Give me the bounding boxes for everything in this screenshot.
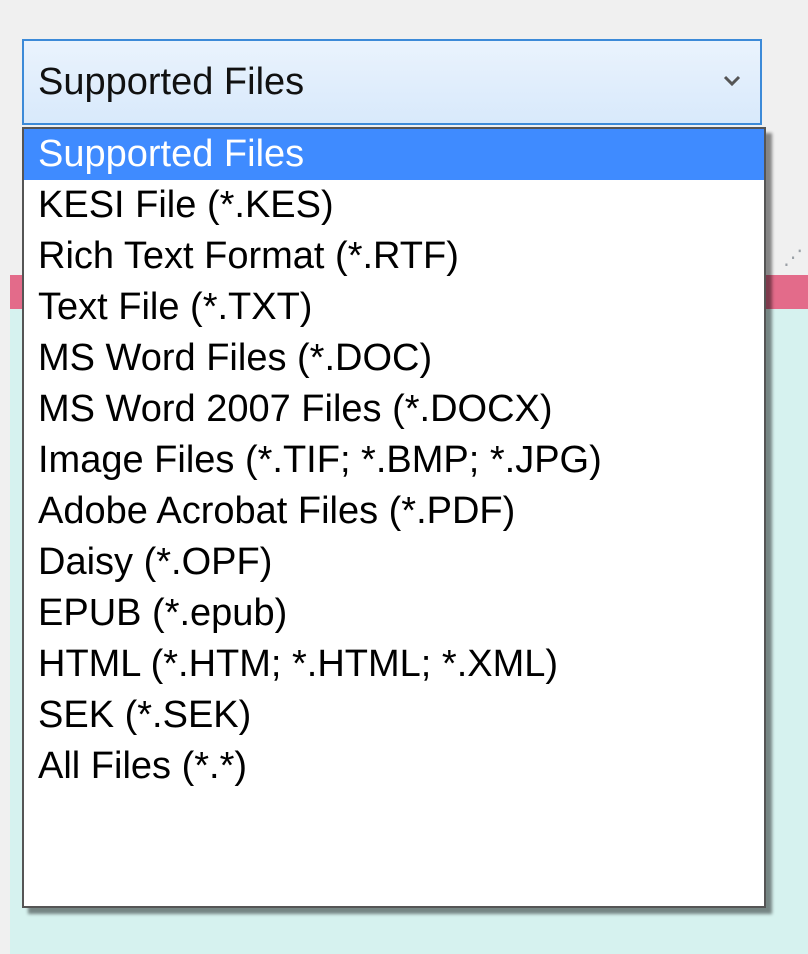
list-item[interactable]: MS Word 2007 Files (*.DOCX) — [24, 384, 764, 435]
list-item[interactable]: Image Files (*.TIF; *.BMP; *.JPG) — [24, 435, 764, 486]
list-item[interactable]: KESI File (*.KES) — [24, 180, 764, 231]
combobox-selected-value: Supported Files — [38, 61, 305, 103]
list-item[interactable]: EPUB (*.epub) — [24, 588, 764, 639]
file-type-dropdown-list: Supported Files KESI File (*.KES) Rich T… — [22, 127, 766, 908]
list-item[interactable]: Rich Text Format (*.RTF) — [24, 231, 764, 282]
list-item[interactable]: Supported Files — [24, 129, 764, 180]
list-item[interactable]: Daisy (*.OPF) — [24, 537, 764, 588]
resize-grip-icon: ⋰ — [783, 247, 804, 269]
list-item[interactable]: HTML (*.HTM; *.HTML; *.XML) — [24, 639, 764, 690]
list-item[interactable]: Text File (*.TXT) — [24, 282, 764, 333]
list-item[interactable]: SEK (*.SEK) — [24, 690, 764, 741]
file-type-combobox[interactable]: Supported Files — [22, 39, 762, 125]
list-item[interactable]: All Files (*.*) — [24, 741, 764, 792]
list-item[interactable]: MS Word Files (*.DOC) — [24, 333, 764, 384]
chevron-down-icon[interactable] — [722, 71, 742, 91]
list-item[interactable]: Adobe Acrobat Files (*.PDF) — [24, 486, 764, 537]
